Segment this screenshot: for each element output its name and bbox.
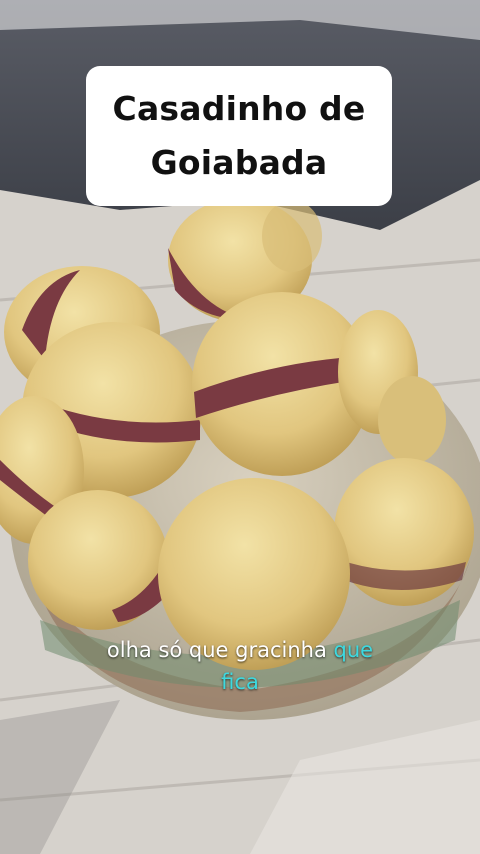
video-caption: olha só que gracinha que fica: [20, 634, 460, 698]
title-line-1: Casadinho de: [112, 89, 366, 128]
title-line-2: Goiabada: [150, 143, 328, 182]
caption-highlight-2: fica: [221, 670, 259, 694]
title-overlay: Casadinho de Goiabada: [86, 66, 392, 206]
photo-scene: Casadinho de Goiabada olha só que gracin…: [0, 0, 480, 854]
caption-text: olha só que gracinha: [106, 638, 327, 662]
caption-highlight-1: que: [333, 638, 374, 662]
